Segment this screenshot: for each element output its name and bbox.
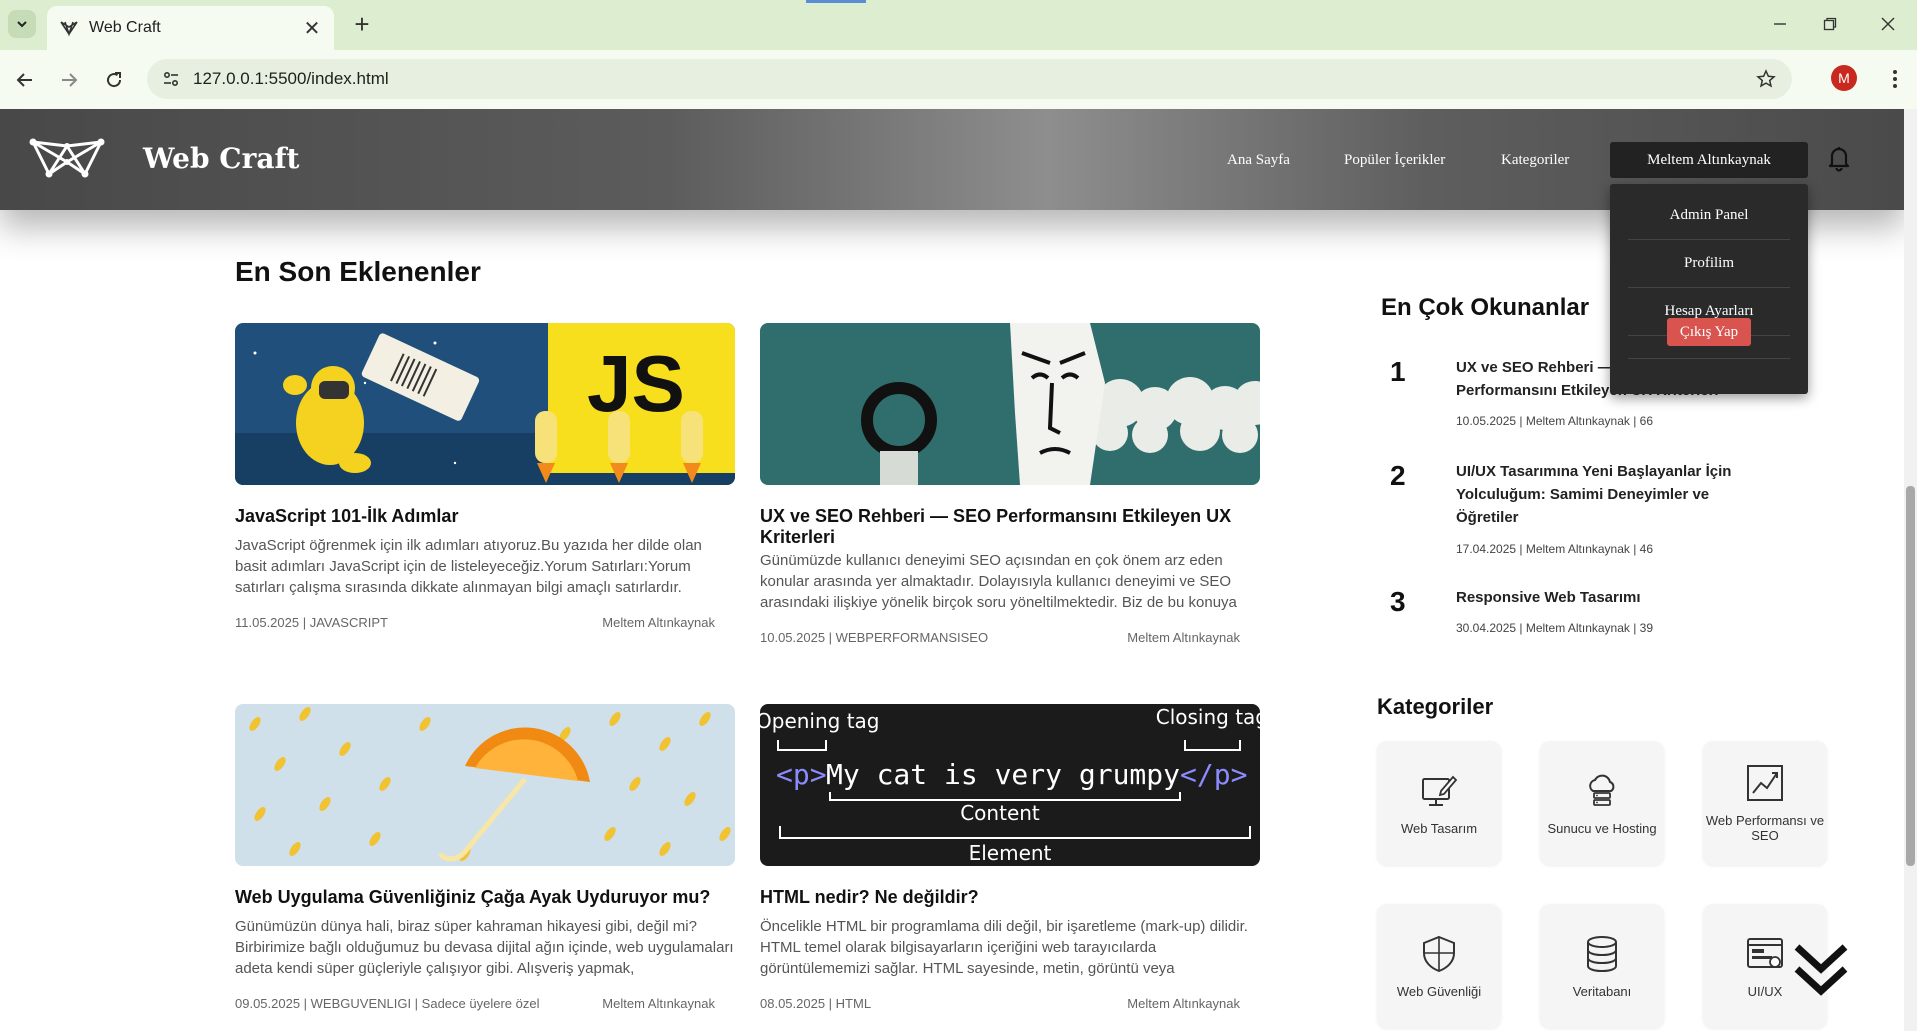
dropdown-divider <box>1628 358 1790 359</box>
article-meta: 11.05.2025 | JAVASCRIPT <box>235 615 388 630</box>
plus-icon[interactable]: + <box>348 9 376 39</box>
category-tile-database[interactable]: Veritabanı <box>1540 904 1664 1028</box>
nav-categories[interactable]: Kategoriler <box>1501 152 1569 169</box>
browser-chrome: Web Craft ✕ + 127.0.0.1:5500/index.html … <box>0 0 1917 109</box>
category-label: UI/UX <box>1747 983 1783 999</box>
category-label: Sunucu ve Hosting <box>1547 820 1657 836</box>
categories-heading: Kategoriler <box>1377 694 1494 719</box>
article-author: Meltem Altınkaynak <box>602 996 715 1011</box>
html-element-label: Element <box>969 841 1052 865</box>
database-icon <box>1587 935 1617 972</box>
ui-window-icon <box>1747 937 1783 968</box>
category-label: Web Tasarım <box>1400 820 1478 836</box>
article-author: Meltem Altınkaynak <box>1127 996 1240 1011</box>
article-excerpt: Günümüzün dünya hali, biraz süper kahram… <box>235 918 734 977</box>
article-author: Meltem Altınkaynak <box>602 615 715 630</box>
popular-meta: 10.05.2025 | Meltem Altınkaynak | 66 <box>1456 414 1654 428</box>
restore-icon[interactable] <box>1806 8 1854 40</box>
shield-icon <box>1423 935 1455 972</box>
html-code-content: My cat is very grumpy <box>826 758 1180 791</box>
browser-toolbar: 127.0.0.1:5500/index.html M <box>0 50 1917 109</box>
close-window-icon[interactable] <box>1864 8 1912 40</box>
dropdown-admin-panel[interactable]: Admin Panel <box>1628 192 1790 240</box>
site-info-icon[interactable] <box>153 61 189 97</box>
star-icon[interactable] <box>1748 61 1784 97</box>
user-dropdown-menu: Admin Panel Profilim Hesap Ayarları Çıkı… <box>1610 184 1808 394</box>
page-scrollbar[interactable] <box>1904 109 1917 1031</box>
minimize-icon[interactable] <box>1756 8 1804 40</box>
article-image-ux-seo[interactable] <box>760 323 1260 485</box>
article-excerpt: Günümüzde kullanıcı deneyimi SEO açısınd… <box>760 552 1237 611</box>
popular-meta: 30.04.2025 | Meltem Altınkaynak | 39 <box>1456 621 1654 635</box>
popular-rank: 1 <box>1390 356 1406 387</box>
article-card[interactable]: Web Uygulama Güvenliğiniz Çağa Ayak Uydu… <box>235 704 735 1014</box>
popular-meta: 17.04.2025 | Meltem Altınkaynak | 46 <box>1456 542 1654 556</box>
monitor-pen-icon <box>1422 775 1458 806</box>
html-open-tag: <p> <box>776 758 827 791</box>
url-text[interactable]: 127.0.0.1:5500/index.html <box>193 69 1748 89</box>
user-menu-button[interactable]: Meltem Altınkaynak <box>1610 142 1808 178</box>
popular-rank: 2 <box>1390 460 1406 491</box>
tab-indicator <box>806 0 866 3</box>
reload-icon[interactable] <box>98 64 130 96</box>
article-meta: 10.05.2025 | WEBPERFORMANSISEO <box>760 630 989 645</box>
page-viewport: Web Craft Ana Sayfa Popüler İçerikler Ka… <box>0 109 1917 1031</box>
tab-title: Web Craft <box>89 19 161 36</box>
article-author: Meltem Altınkaynak <box>1127 630 1240 645</box>
article-meta: 08.05.2025 | HTML <box>760 996 872 1011</box>
browser-tab[interactable]: Web Craft ✕ <box>47 6 334 50</box>
article-meta: 09.05.2025 | WEBGUVENLIGI | Sadece üyele… <box>235 996 540 1011</box>
article-title[interactable]: HTML nedir? Ne değildir? <box>760 887 1260 908</box>
bell-icon[interactable] <box>1824 143 1854 173</box>
category-tile-web-tasarim[interactable]: Web Tasarım <box>1377 741 1501 865</box>
webcraft-favicon-icon <box>60 21 78 37</box>
popular-heading: En Çok Okunanlar <box>1381 294 1590 321</box>
kebab-menu-icon[interactable] <box>1880 64 1910 94</box>
address-bar[interactable]: 127.0.0.1:5500/index.html <box>147 59 1792 99</box>
article-card[interactable]: Opening tag Closing tag <p> My cat is ve… <box>760 704 1260 1014</box>
article-image-html[interactable]: Opening tag Closing tag <p> My cat is ve… <box>760 704 1260 866</box>
html-close-tag: </p> <box>1180 758 1247 791</box>
category-label: Web Performansı ve SEO <box>1705 813 1825 843</box>
popular-title[interactable]: UI/UX Tasarımına Yeni Başlayanlar İçin Y… <box>1456 460 1746 529</box>
webcraft-logo-icon[interactable] <box>29 136 105 182</box>
article-card[interactable]: UX ve SEO Rehberi — SEO Performansını Et… <box>760 323 1260 648</box>
article-title[interactable]: Web Uygulama Güvenliğiniz Çağa Ayak Uydu… <box>235 887 735 908</box>
cloud-server-icon <box>1589 774 1615 806</box>
html-closing-tag-label: Closing tag <box>1156 705 1260 729</box>
category-tile-hosting[interactable]: Sunucu ve Hosting <box>1540 741 1664 865</box>
article-title[interactable]: JavaScript 101-İlk Adımlar <box>235 506 735 527</box>
forward-arrow-icon[interactable] <box>53 64 85 96</box>
article-image-js[interactable]: JS <box>235 323 735 485</box>
popular-title[interactable]: Responsive Web Tasarımı <box>1456 586 1746 609</box>
close-icon[interactable]: ✕ <box>298 14 326 42</box>
article-excerpt: JavaScript öğrenmek için ilk adımları at… <box>235 537 702 596</box>
article-card[interactable]: JS JavaScript 101-İlk Adımlar JavaScript… <box>235 323 735 633</box>
article-image-security[interactable] <box>235 704 735 866</box>
category-tile-seo[interactable]: Web Performansı ve SEO <box>1703 741 1827 865</box>
tab-search-icon[interactable] <box>8 10 36 38</box>
category-label: Veritabanı <box>1572 983 1632 999</box>
html-content-label: Content <box>960 801 1040 825</box>
back-arrow-icon[interactable] <box>9 64 41 96</box>
popular-rank: 3 <box>1390 586 1406 617</box>
nav-popular[interactable]: Popüler İçerikler <box>1344 152 1445 169</box>
latest-heading: En Son Eklenenler <box>235 256 481 287</box>
logout-button[interactable]: Çıkış Yap <box>1667 318 1751 346</box>
category-tile-security[interactable]: Web Güvenliği <box>1377 904 1501 1028</box>
article-title[interactable]: UX ve SEO Rehberi — SEO Performansını Et… <box>760 506 1260 548</box>
site-title[interactable]: Web Craft <box>143 142 299 175</box>
category-label: Web Güvenliği <box>1396 983 1482 999</box>
scrollbar-thumb[interactable] <box>1906 486 1915 866</box>
article-excerpt: Öncelikle HTML bir programlama dili deği… <box>760 918 1248 977</box>
dropdown-profile[interactable]: Profilim <box>1628 240 1790 288</box>
tab-strip: Web Craft ✕ + <box>0 0 1917 50</box>
nav-home[interactable]: Ana Sayfa <box>1227 152 1290 169</box>
chart-line-icon <box>1747 765 1783 801</box>
double-chevron-down-icon[interactable] <box>1793 939 1849 999</box>
profile-avatar[interactable]: M <box>1831 65 1857 91</box>
html-opening-tag-label: Opening tag <box>760 709 880 733</box>
js-logo-text: JS <box>587 339 685 428</box>
